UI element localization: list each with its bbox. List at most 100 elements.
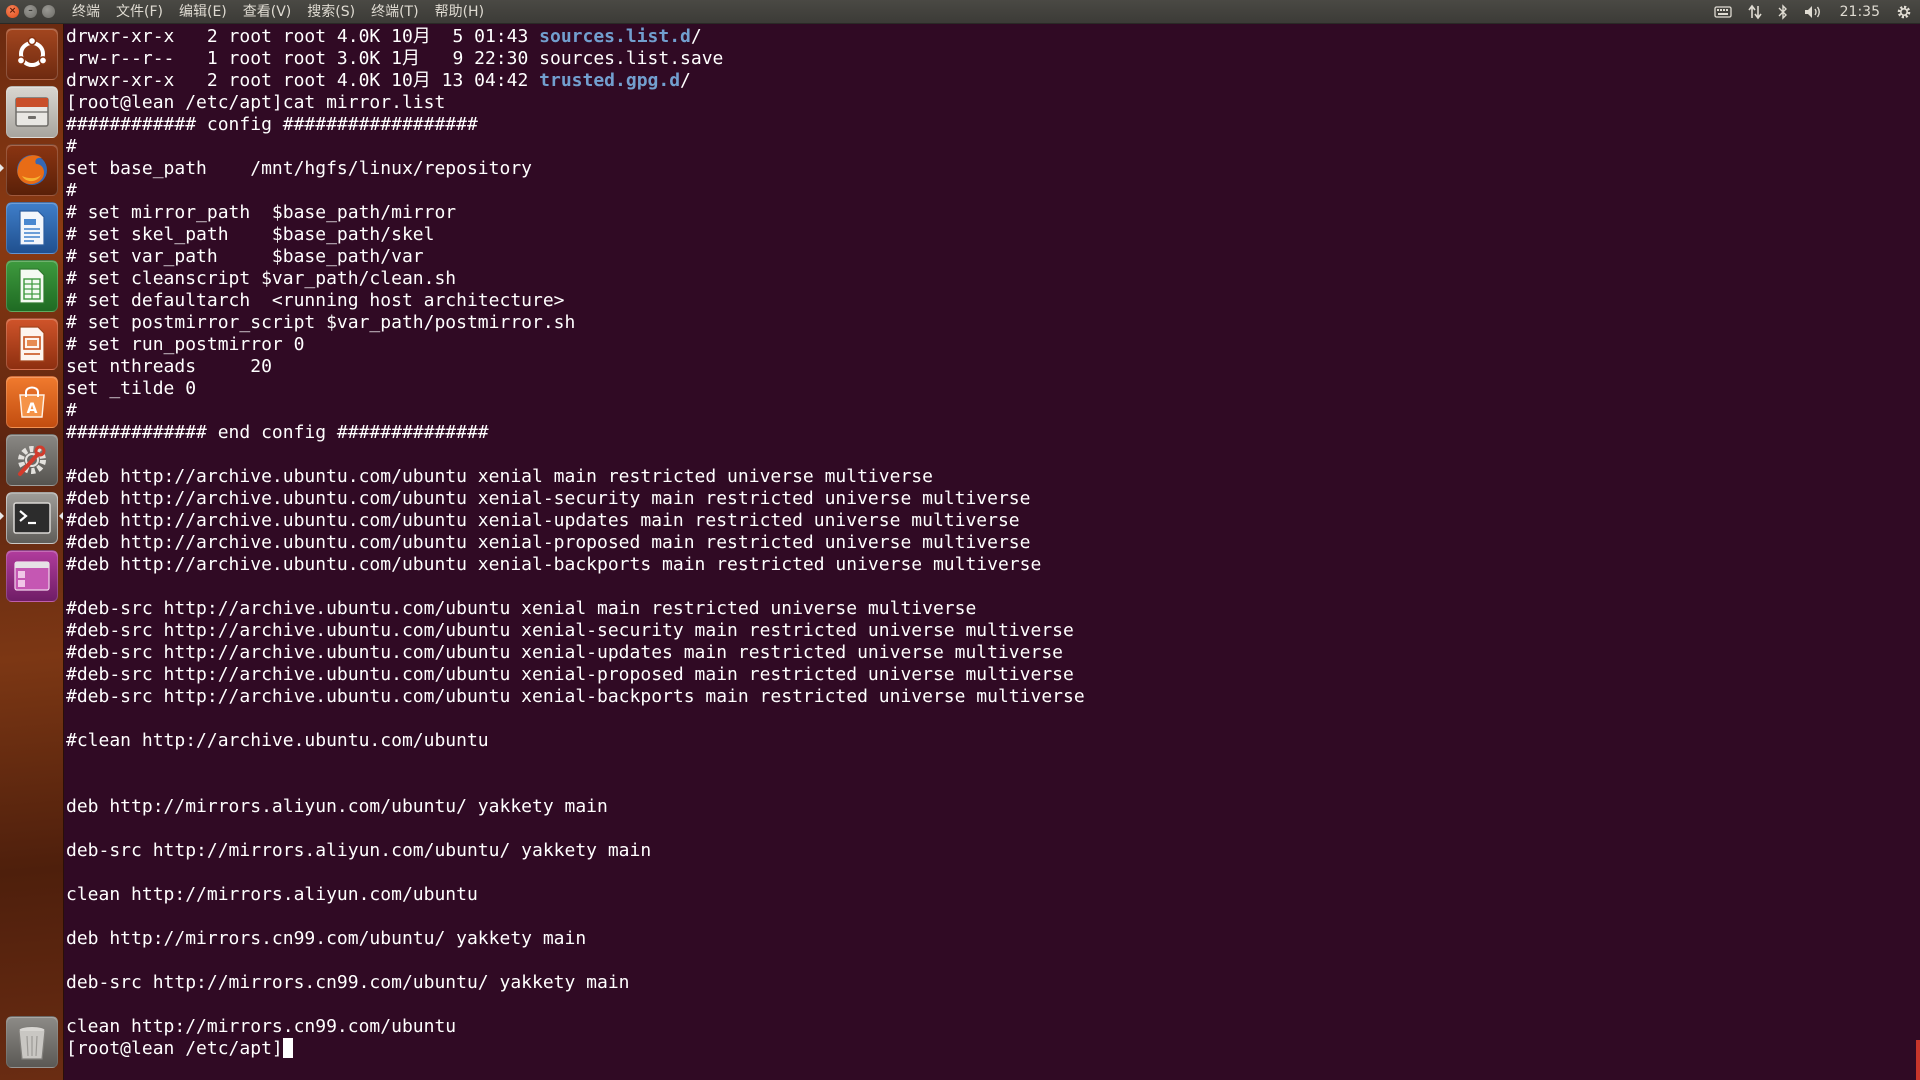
terminal-line-text: drwxr-xr-x 2 root root 4.0K 10月 5 01:43 [66,26,540,47]
minimize-button[interactable]: – [24,5,37,18]
terminal-prompt-line[interactable]: [root@lean /etc/apt] [66,1038,1085,1060]
terminal-line: drwxr-xr-x 2 root root 4.0K 10月 5 01:43 … [66,26,1085,48]
firefox-icon [12,150,52,190]
impress-button[interactable] [6,318,58,370]
terminal-line-text: # set cleanscript $var_path/clean.sh [66,268,457,289]
terminal-line: # set cleanscript $var_path/clean.sh [66,268,1085,290]
terminal-line-text: #clean http://archive.ubuntu.com/ubuntu [66,730,489,751]
terminal-line: #deb http://archive.ubuntu.com/ubuntu xe… [66,554,1085,576]
trash-button[interactable] [6,1016,58,1068]
terminal-output: drwxr-xr-x 2 root root 4.0K 10月 5 01:43 … [66,26,1085,1060]
svg-text:A: A [27,401,38,417]
terminal-line: clean http://mirrors.aliyun.com/ubuntu [66,884,1085,906]
terminal-line: #deb http://archive.ubuntu.com/ubuntu xe… [66,510,1085,532]
trash-icon [15,1022,49,1062]
terminal-line: # set var_path $base_path/var [66,246,1085,268]
terminal-line-text: #deb-src http://archive.ubuntu.com/ubunt… [66,686,1085,707]
clock[interactable]: 21:35 [1840,0,1880,24]
terminal-line: # set run_postmirror 0 [66,334,1085,356]
terminal-line-text: set _tilde 0 [66,378,197,399]
close-button[interactable]: × [6,5,19,18]
terminal-line: #deb-src http://archive.ubuntu.com/ubunt… [66,664,1085,686]
terminal-line: #deb-src http://archive.ubuntu.com/ubunt… [66,620,1085,642]
document-icon [16,209,48,247]
directory-suffix: / [680,70,691,91]
terminal-line-text: #deb http://archive.ubuntu.com/ubuntu xe… [66,532,1031,553]
terminal-line-text: deb-src http://mirrors.aliyun.com/ubuntu… [66,840,652,861]
writer-button[interactable] [6,202,58,254]
terminal-line: set nthreads 20 [66,356,1085,378]
terminal-button[interactable] [6,492,58,544]
terminal-window[interactable]: drwxr-xr-x 2 root root 4.0K 10月 5 01:43 … [64,24,1920,1080]
menu-edit[interactable]: 编辑(E) [177,0,229,24]
workspaces-icon [12,559,52,593]
keyboard-icon[interactable] [1713,5,1732,19]
terminal-icon [12,501,52,535]
workspace-switcher-button[interactable] [6,550,58,602]
bluetooth-icon[interactable] [1778,4,1788,20]
window-controls: × – [6,5,55,18]
menu-view[interactable]: 查看(V) [241,0,294,24]
menu-help[interactable]: 帮助(H) [433,0,486,24]
dash-home-button[interactable] [6,28,58,80]
firefox-running-indicator [0,164,4,172]
gear-icon[interactable] [1896,4,1912,20]
terminal-line-text: # set skel_path $base_path/skel [66,224,435,245]
file-cabinet-icon [13,94,51,130]
terminal-line-text: #deb http://archive.ubuntu.com/ubuntu xe… [66,510,1020,531]
terminal-line-text: # set defaultarch <running host architec… [66,290,565,311]
terminal-line: # set postmirror_script $var_path/postmi… [66,312,1085,334]
menu-file[interactable]: 文件(F) [114,0,165,24]
terminal-line-text: #deb-src http://archive.ubuntu.com/ubunt… [66,598,977,619]
terminal-active-indicator [59,512,63,520]
terminal-line: # set mirror_path $base_path/mirror [66,202,1085,224]
terminal-line-text: # [66,400,77,421]
terminal-line: #deb http://archive.ubuntu.com/ubuntu xe… [66,488,1085,510]
volume-icon[interactable] [1804,4,1824,20]
terminal-line: deb-src http://mirrors.aliyun.com/ubuntu… [66,840,1085,862]
terminal-line: #deb-src http://archive.ubuntu.com/ubunt… [66,642,1085,664]
network-icon[interactable] [1748,4,1762,20]
terminal-line: [root@lean /etc/apt]cat mirror.list [66,92,1085,114]
terminal-running-indicator [0,512,4,520]
terminal-line-text: set nthreads 20 [66,356,272,377]
system-settings-button[interactable] [6,434,58,486]
terminal-line-text: #deb http://archive.ubuntu.com/ubuntu xe… [66,554,1042,575]
terminal-line-text: #deb-src http://archive.ubuntu.com/ubunt… [66,642,1063,663]
directory-name: sources.list.d [539,26,691,47]
maximize-button[interactable] [42,5,55,18]
terminal-line-text: deb http://mirrors.aliyun.com/ubuntu/ ya… [66,796,608,817]
menu-search[interactable]: 搜索(S) [305,0,357,24]
terminal-line: ############ config ################## [66,114,1085,136]
terminal-line: #clean http://archive.ubuntu.com/ubuntu [66,730,1085,752]
directory-suffix: / [690,26,702,47]
terminal-line-text: deb-src http://mirrors.cn99.com/ubuntu/ … [66,972,630,993]
files-button[interactable] [6,86,58,138]
scrollbar-handle[interactable] [1916,1040,1920,1080]
terminal-line: # [66,136,1085,158]
presentation-icon [16,325,48,363]
terminal-line: #deb http://archive.ubuntu.com/ubuntu xe… [66,466,1085,488]
terminal-line-text: #deb http://archive.ubuntu.com/ubuntu xe… [66,488,1031,509]
terminal-line-text: drwxr-xr-x 2 root root 4.0K 10月 13 04:42 [66,70,540,91]
menu-app-title[interactable]: 终端 [70,0,102,24]
top-panel: × – 终端 文件(F) 编辑(E) 查看(V) 搜索(S) 终端(T) 帮助(… [0,0,1920,24]
terminal-line: #deb http://archive.ubuntu.com/ubuntu xe… [66,532,1085,554]
terminal-line: set base_path /mnt/hgfs/linux/repository [66,158,1085,180]
terminal-line: # set skel_path $base_path/skel [66,224,1085,246]
text-cursor [282,1038,293,1058]
calc-button[interactable] [6,260,58,312]
terminal-line: deb http://mirrors.cn99.com/ubuntu/ yakk… [66,928,1085,950]
ubuntu-logo-icon [14,36,50,72]
software-center-button[interactable]: A [6,376,58,428]
terminal-line: -rw-r--r-- 1 root root 3.0K 1月 9 22:30 s… [66,48,1085,70]
menu-terminal[interactable]: 终端(T) [369,0,420,24]
shell-prompt: [root@lean /etc/apt] [66,1038,283,1059]
firefox-button[interactable] [6,144,58,196]
